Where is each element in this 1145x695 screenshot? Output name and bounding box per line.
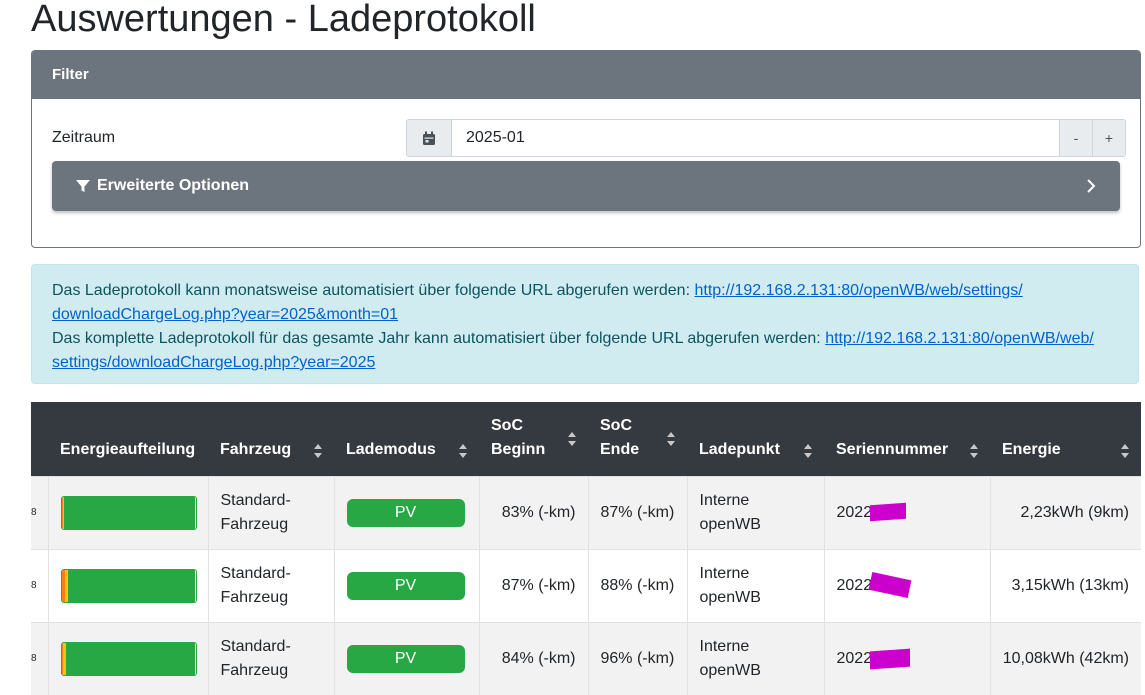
column-header-seriennummer[interactable]: Seriennummer (824, 402, 990, 476)
chevron-right-icon (1086, 178, 1096, 194)
cell-soc-ende: 88% (-km) (587, 549, 687, 622)
sort-icon (667, 431, 675, 446)
energy-segment-pv (64, 496, 196, 529)
cell-fahrzeug: Standard- Fahrzeug (207, 476, 334, 549)
monthly-url-text: Das Ladeprotokoll kann monatsweise autom… (52, 282, 691, 299)
cell-soc-beginn: 83% (-km) (478, 476, 588, 549)
cell-ladepunkt: Interne openWB (686, 476, 824, 549)
sort-icon (314, 443, 322, 458)
zeitraum-minus-button[interactable]: - (1059, 120, 1092, 156)
filter-card: Filter Zeitraum - + Erweiterte Optionen (31, 50, 1141, 248)
energy-split-bar (60, 568, 197, 603)
column-header-energie[interactable]: Energie (990, 402, 1141, 476)
cell-energie: 2,23kWh (9km) (989, 476, 1141, 549)
table-row[interactable]: 8 Standard- Fahrzeug PV 84% (-km) 96% (-k… (31, 622, 1141, 695)
column-header-fahrzeug[interactable]: Fahrzeug (208, 402, 334, 476)
charge-log-table: Energieaufteilung Fahrzeug Lademodus SoC… (31, 402, 1141, 695)
cell-seriennummer: 2022 (823, 622, 990, 695)
column-header-soc-beginn[interactable]: SoC Beginn (479, 402, 588, 476)
zeitraum-input[interactable] (452, 120, 1059, 156)
zeitraum-input-group: - + (406, 119, 1126, 157)
filter-icon (76, 179, 90, 193)
advanced-options-label: Erweiterte Optionen (97, 177, 250, 194)
cell-fahrzeug: Standard- Fahrzeug (207, 549, 334, 622)
table-row[interactable]: 8 Standard- Fahrzeug PV 83% (-km) 87% (-k… (31, 476, 1141, 549)
cell-energie: 10,08kWh (42km) (989, 622, 1141, 695)
zeitraum-plus-button[interactable]: + (1092, 120, 1125, 156)
sort-icon (459, 443, 467, 458)
filter-header: Filter (32, 51, 1140, 99)
cell-seriennummer: 2022 (823, 476, 990, 549)
column-header-soc-ende[interactable]: SoC Ende (588, 402, 687, 476)
row-lead: 8 (31, 579, 37, 591)
url-info-alert: Das Ladeprotokoll kann monatsweise autom… (31, 264, 1139, 384)
sort-icon (970, 443, 978, 458)
energy-split-bar (60, 641, 197, 676)
page-title: Auswertungen - Ladeprotokoll (31, 0, 536, 40)
sort-icon (568, 431, 576, 446)
advanced-options-toggle[interactable]: Erweiterte Optionen (52, 161, 1120, 211)
cell-ladepunkt: Interne openWB (686, 549, 824, 622)
column-header-ladepunkt[interactable]: Ladepunkt (687, 402, 824, 476)
row-lead: 8 (31, 652, 37, 664)
column-header-energieaufteilung[interactable]: Energieaufteilung (48, 402, 208, 476)
cell-lademodus: PV (333, 476, 479, 549)
redaction-mark (870, 503, 907, 522)
table-row[interactable]: 8 Standard- Fahrzeug PV 87% (-km) 88% (-k… (31, 549, 1141, 622)
cell-lademodus: PV (333, 549, 479, 622)
cell-seriennummer: 2022 (823, 549, 990, 622)
redaction-mark (868, 572, 912, 599)
zeitraum-label: Zeitraum (52, 129, 116, 146)
energy-split-bar (60, 495, 197, 530)
cell-soc-ende: 87% (-km) (587, 476, 687, 549)
calendar-icon[interactable] (407, 120, 452, 156)
cell-fahrzeug: Standard- Fahrzeug (207, 622, 334, 695)
redaction-mark (870, 648, 911, 669)
energy-segment-pv (68, 569, 196, 602)
cell-soc-ende: 96% (-km) (587, 622, 687, 695)
column-header-lademodus[interactable]: Lademodus (334, 402, 479, 476)
cell-soc-beginn: 84% (-km) (478, 622, 588, 695)
cell-lademodus: PV (333, 622, 479, 695)
lademodus-badge: PV (346, 498, 465, 527)
cell-ladepunkt: Interne openWB (686, 622, 824, 695)
cell-soc-beginn: 87% (-km) (478, 549, 588, 622)
lademodus-badge: PV (346, 644, 465, 673)
lademodus-badge: PV (346, 571, 465, 600)
yearly-url-text: Das komplette Ladeprotokoll für das gesa… (52, 330, 821, 347)
sort-icon (1121, 443, 1129, 458)
table-header-row: Energieaufteilung Fahrzeug Lademodus SoC… (31, 402, 1141, 476)
sort-icon (804, 443, 812, 458)
energy-segment-pv (65, 642, 196, 675)
row-lead: 8 (31, 506, 37, 518)
cell-energie: 3,15kWh (13km) (989, 549, 1141, 622)
